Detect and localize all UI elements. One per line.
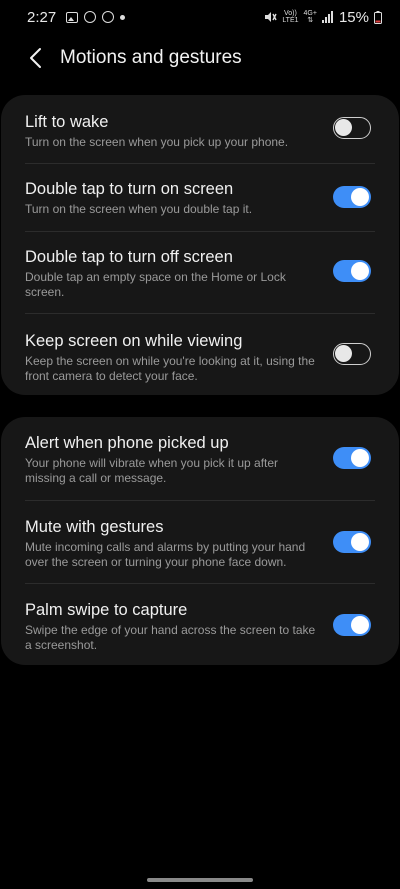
- network-volte-label: Vo)): [284, 10, 297, 17]
- setting-title: Palm swipe to capture: [25, 601, 188, 619]
- toggle-knob: [351, 533, 369, 551]
- network-lte-label: LTE1: [282, 17, 299, 24]
- double-tap-on-toggle[interactable]: [333, 186, 371, 208]
- setting-description: Mute incoming calls and alarms by puttin…: [25, 540, 306, 569]
- mute-gestures-toggle[interactable]: [333, 531, 371, 553]
- double-tap-off-toggle[interactable]: [333, 260, 371, 282]
- home-indicator[interactable]: [147, 878, 253, 882]
- setting-row-double-tap-on[interactable]: Double tap to turn on screen Turn on the…: [25, 163, 375, 231]
- toggle-knob: [351, 616, 369, 634]
- setting-description: Swipe the edge of your hand across the s…: [25, 623, 316, 652]
- setting-description: Turn on the screen when you double tap i…: [25, 202, 253, 216]
- setting-row-alert-picked-up[interactable]: Alert when phone picked up Your phone wi…: [25, 417, 375, 500]
- setting-title: Keep screen on while viewing: [25, 332, 243, 350]
- setting-row-keep-screen-on[interactable]: Keep screen on while viewing Keep the sc…: [25, 313, 375, 395]
- setting-title: Mute with gestures: [25, 518, 164, 536]
- battery-icon: [374, 10, 382, 24]
- battery-percent: 15%: [338, 8, 369, 26]
- network-type-label: 4G+: [303, 10, 317, 17]
- whatsapp-icon: [102, 11, 115, 23]
- settings-card-1: Lift to wake Turn on the screen when you…: [1, 95, 399, 395]
- toggle-knob: [335, 345, 352, 362]
- network-volte-block: Vo)) LTE1: [282, 10, 298, 24]
- status-right: Vo)) LTE1 4G+ ⇅ 15%: [263, 9, 382, 26]
- settings-card-2: Alert when phone picked up Your phone wi…: [1, 417, 399, 665]
- toggle-knob: [335, 119, 352, 136]
- signal-icon: [321, 11, 334, 23]
- setting-description: Keep the screen on while you're looking …: [25, 354, 315, 383]
- gallery-icon: [66, 11, 79, 23]
- status-app-icon: [84, 11, 97, 23]
- header: Motions and gestures: [0, 36, 400, 80]
- setting-description: Double tap an empty space on the Home or…: [25, 270, 286, 299]
- status-time: 2:27: [27, 8, 57, 26]
- setting-row-palm-swipe[interactable]: Palm swipe to capture Swipe the edge of …: [25, 583, 375, 665]
- network-type-block: 4G+ ⇅: [304, 10, 317, 24]
- palm-swipe-toggle[interactable]: [333, 614, 371, 636]
- setting-row-double-tap-off[interactable]: Double tap to turn off screen Double tap…: [25, 231, 375, 313]
- page-title: Motions and gestures: [60, 47, 242, 68]
- setting-description: Your phone will vibrate when you pick it…: [25, 456, 279, 485]
- setting-title: Alert when phone picked up: [25, 434, 229, 452]
- setting-row-mute-gestures[interactable]: Mute with gestures Mute incoming calls a…: [25, 500, 375, 583]
- status-bar: 2:27 Vo)) LTE1 4G+ ⇅ 15%: [0, 0, 400, 34]
- setting-row-lift-to-wake[interactable]: Lift to wake Turn on the screen when you…: [25, 95, 375, 163]
- lift-to-wake-toggle[interactable]: [333, 117, 371, 139]
- mute-icon: [263, 10, 277, 24]
- setting-title: Double tap to turn on screen: [25, 180, 234, 198]
- network-arrows-icon: ⇅: [307, 17, 314, 24]
- dot-icon: [120, 14, 126, 20]
- chevron-left-icon: [30, 48, 41, 68]
- status-left: 2:27: [27, 8, 126, 26]
- alert-picked-up-toggle[interactable]: [333, 447, 371, 469]
- setting-description: Turn on the screen when you pick up your…: [25, 135, 289, 149]
- setting-title: Lift to wake: [25, 113, 109, 131]
- keep-screen-on-toggle[interactable]: [333, 343, 371, 365]
- toggle-knob: [351, 262, 369, 280]
- setting-title: Double tap to turn off screen: [25, 248, 233, 266]
- toggle-knob: [351, 188, 369, 206]
- back-button[interactable]: [16, 38, 56, 78]
- toggle-knob: [351, 449, 369, 467]
